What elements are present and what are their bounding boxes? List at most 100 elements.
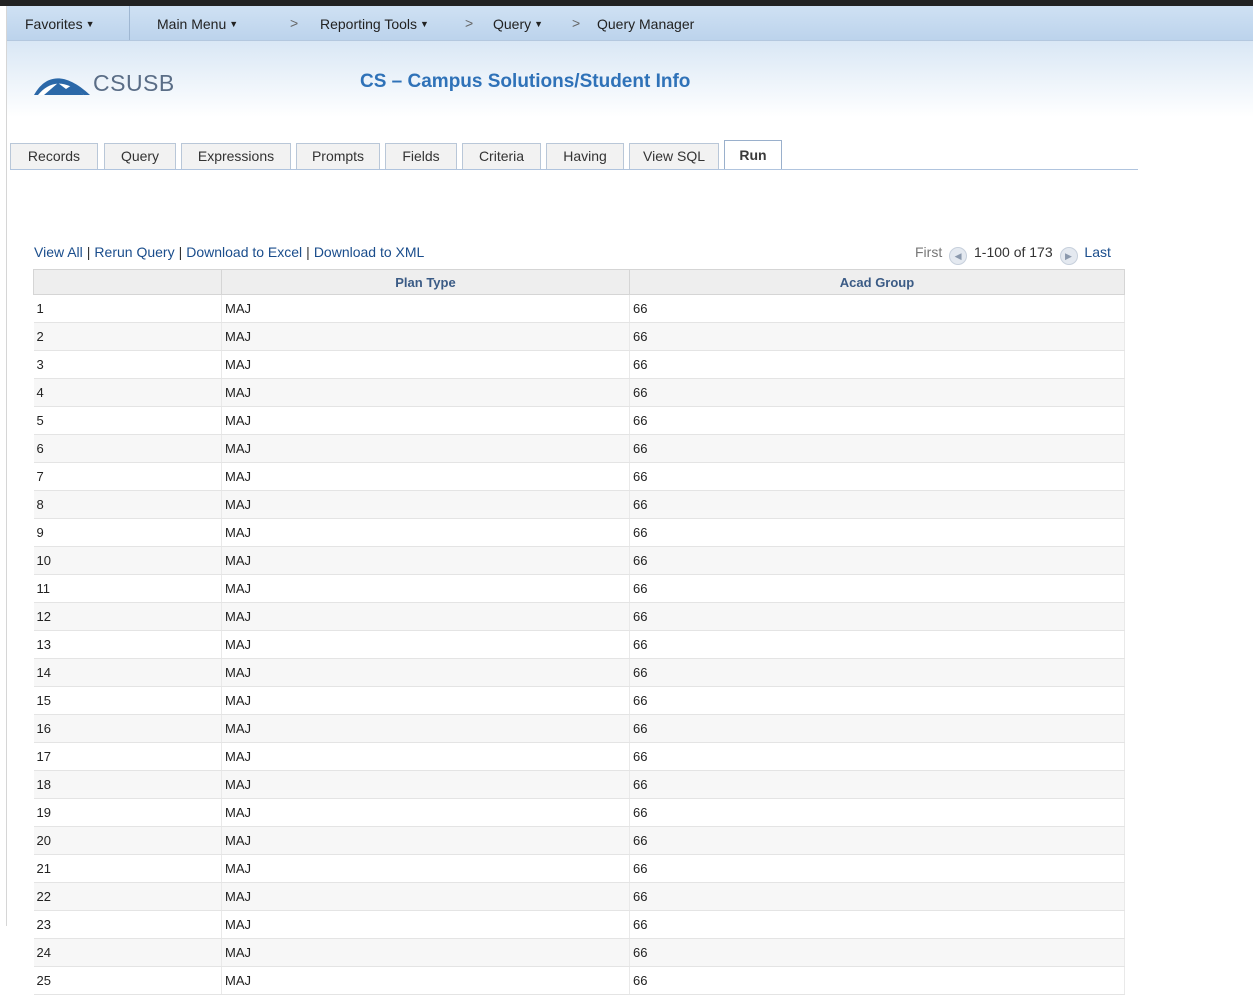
acad-group-cell: 66	[629, 910, 1125, 939]
plan-type-cell: MAJ	[221, 322, 630, 351]
main-menu-label: Main Menu	[157, 16, 227, 32]
page-title: CS – Campus Solutions/Student Info	[360, 71, 691, 92]
plan-type-cell: MAJ	[221, 938, 630, 967]
table-row: 5 MAJ 66	[33, 406, 1125, 435]
acad-group-cell: 66	[629, 518, 1125, 547]
plan-type-cell: MAJ	[221, 350, 630, 379]
acad-group-cell: 66	[629, 882, 1125, 911]
nav-divider	[129, 6, 130, 40]
table-row: 7 MAJ 66	[33, 462, 1125, 491]
table-row: 14 MAJ 66	[33, 658, 1125, 687]
plan-type-cell: MAJ	[221, 714, 630, 743]
plan-type-cell: MAJ	[221, 546, 630, 575]
table-row: 13 MAJ 66	[33, 630, 1125, 659]
left-frame	[0, 6, 7, 926]
table-row: 8 MAJ 66	[33, 490, 1125, 519]
tab-having[interactable]: Having	[546, 143, 624, 169]
acad-group-cell: 66	[629, 658, 1125, 687]
row-number-cell: 13	[33, 630, 222, 659]
plan-type-cell: MAJ	[221, 882, 630, 911]
tab-expressions[interactable]: Expressions	[181, 143, 291, 169]
acad-group-cell: 66	[629, 826, 1125, 855]
acad-group-cell: 66	[629, 406, 1125, 435]
main-menu[interactable]: Main Menu ▼	[157, 16, 238, 32]
caret-down-icon: ▼	[85, 19, 95, 29]
caret-down-icon: ▼	[420, 19, 429, 29]
first-page-link[interactable]: First	[915, 244, 942, 260]
acad-group-cell: 66	[629, 742, 1125, 771]
acad-group-cell: 66	[629, 546, 1125, 575]
last-page-link[interactable]: Last	[1084, 244, 1110, 260]
plan-type-cell: MAJ	[221, 406, 630, 435]
table-body: 1 MAJ 66 2 MAJ 66 3 MAJ 66 4 MAJ 66 5 MAJ 66 6 MAJ 66 7 MAJ…	[33, 294, 1125, 995]
chevron-right-icon: >	[572, 15, 581, 31]
acad-group-cell: 66	[629, 490, 1125, 519]
breadcrumb-reporting-tools[interactable]: Reporting Tools ▼	[320, 16, 429, 32]
download-excel-link[interactable]: Download to Excel	[186, 244, 302, 260]
logo-text: CSUSB	[93, 70, 175, 96]
table-row: 22 MAJ 66	[33, 882, 1125, 911]
table-row: 11 MAJ 66	[33, 574, 1125, 603]
table-row: 6 MAJ 66	[33, 434, 1125, 463]
table-row: 3 MAJ 66	[33, 350, 1125, 379]
results-actions: View All | Rerun Query | Download to Excel | D…	[34, 244, 424, 260]
favorites-label: Favorites	[25, 16, 83, 32]
rerun-query-link[interactable]: Rerun Query	[94, 244, 174, 260]
plan-type-cell: MAJ	[221, 854, 630, 883]
row-number-cell: 12	[33, 602, 222, 631]
header-banner: CSUSB CS – Campus Solutions/Student Info	[7, 41, 1253, 117]
acad-group-cell: 66	[629, 966, 1125, 995]
acad-group-cell: 66	[629, 770, 1125, 799]
breadcrumb-query[interactable]: Query ▼	[493, 16, 543, 32]
acad-group-cell: 66	[629, 350, 1125, 379]
row-number-cell: 22	[33, 882, 222, 911]
plan-type-cell: MAJ	[221, 294, 630, 323]
previous-page-icon[interactable]: ◀	[949, 247, 968, 265]
acad-group-cell: 66	[629, 630, 1125, 659]
favorites-menu[interactable]: Favorites ▼	[25, 16, 95, 32]
tab-criteria[interactable]: Criteria	[462, 143, 541, 169]
row-number-cell: 6	[33, 434, 222, 463]
row-number-cell: 16	[33, 714, 222, 743]
table-row: 20 MAJ 66	[33, 826, 1125, 855]
acad-group-cell: 66	[629, 378, 1125, 407]
table-row: 18 MAJ 66	[33, 770, 1125, 799]
row-number-cell: 2	[33, 322, 222, 351]
table-row: 17 MAJ 66	[33, 742, 1125, 771]
plan-type-cell: MAJ	[221, 602, 630, 631]
acad-group-cell: 66	[629, 574, 1125, 603]
chevron-right-icon: >	[465, 15, 474, 31]
acad-group-cell: 66	[629, 322, 1125, 351]
tab-view-sql[interactable]: View SQL	[629, 143, 719, 169]
chevron-right-icon: >	[290, 15, 299, 31]
tab-prompts[interactable]: Prompts	[296, 143, 380, 169]
breadcrumb-query-manager[interactable]: Query Manager	[597, 16, 694, 32]
view-all-link[interactable]: View All	[34, 244, 83, 260]
tab-run[interactable]: Run	[724, 140, 782, 170]
row-number-cell: 23	[33, 910, 222, 939]
tab-underline	[10, 169, 1138, 170]
link-separator: |	[178, 244, 183, 260]
column-header-plan-type[interactable]: Plan Type	[221, 269, 630, 295]
row-number-cell: 17	[33, 742, 222, 771]
table-row: 25 MAJ 66	[33, 966, 1125, 995]
tab-records[interactable]: Records	[10, 143, 98, 169]
acad-group-cell: 66	[629, 798, 1125, 827]
row-number-cell: 7	[33, 462, 222, 491]
table-row: 2 MAJ 66	[33, 322, 1125, 351]
plan-type-cell: MAJ	[221, 966, 630, 995]
table-row: 19 MAJ 66	[33, 798, 1125, 827]
download-xml-link[interactable]: Download to XML	[314, 244, 425, 260]
tab-query[interactable]: Query	[104, 143, 176, 169]
row-number-cell: 8	[33, 490, 222, 519]
acad-group-cell: 66	[629, 714, 1125, 743]
acad-group-cell: 66	[629, 938, 1125, 967]
next-page-icon[interactable]: ▶	[1059, 247, 1078, 265]
tab-fields[interactable]: Fields	[385, 143, 457, 169]
plan-type-cell: MAJ	[221, 910, 630, 939]
table-row: 4 MAJ 66	[33, 378, 1125, 407]
row-number-cell: 15	[33, 686, 222, 715]
link-separator: |	[86, 244, 91, 260]
table-row: 16 MAJ 66	[33, 714, 1125, 743]
column-header-acad-group[interactable]: Acad Group	[629, 269, 1125, 295]
